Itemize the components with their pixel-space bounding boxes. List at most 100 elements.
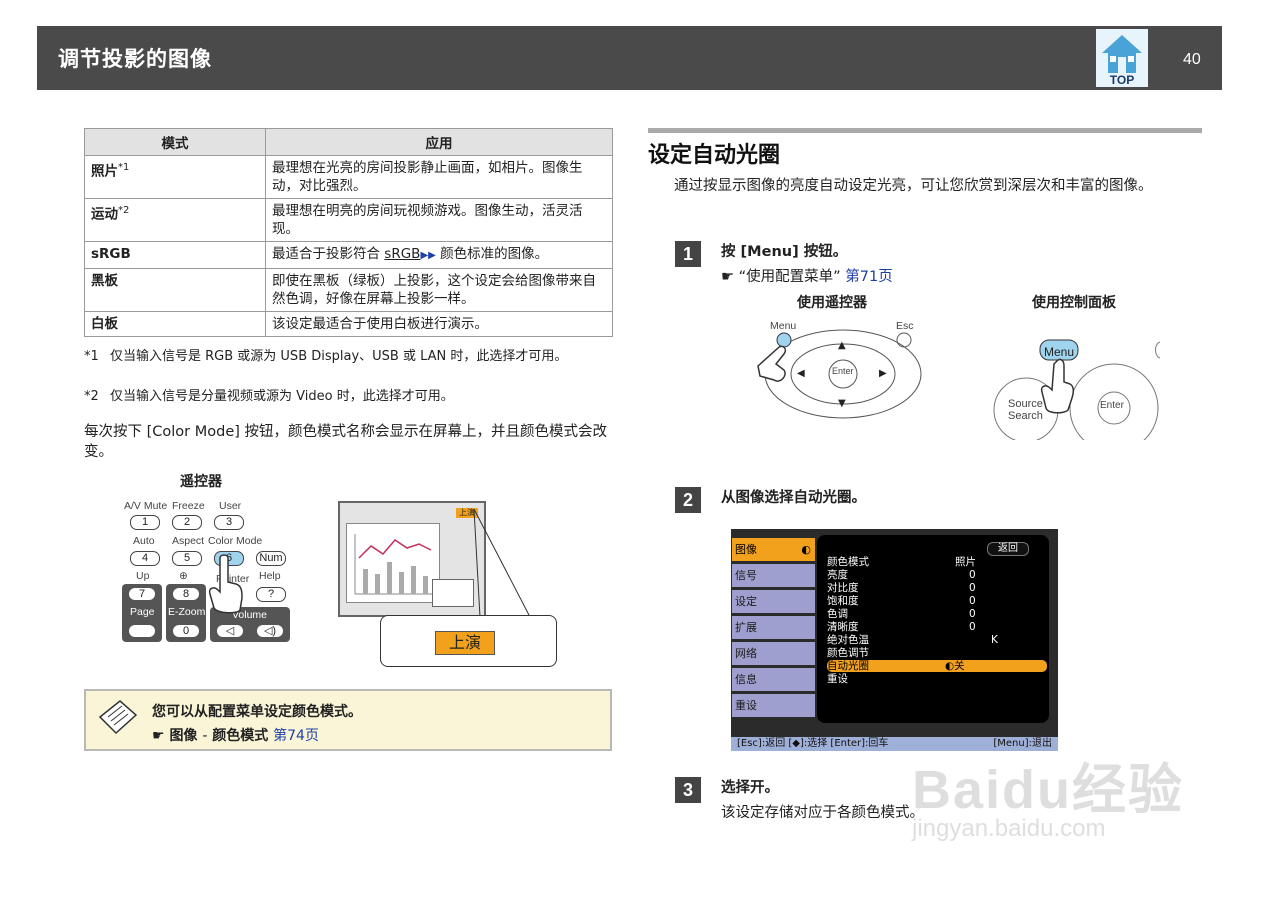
menu-row-saturation[interactable]: 饱和度 0 bbox=[827, 595, 1047, 607]
section-title: 设定自动光圈 bbox=[648, 143, 781, 168]
step-1-page-link[interactable]: 第71页 bbox=[845, 269, 892, 285]
remote-esc-label: Esc bbox=[896, 320, 914, 332]
volume-down-button[interactable]: ◁ bbox=[217, 625, 243, 637]
remote-button-5[interactable]: 5 bbox=[172, 551, 202, 566]
remote-menu-label: Menu bbox=[770, 320, 797, 332]
step-1-text: 按 [Menu] 按钮。 bbox=[721, 244, 848, 260]
remote-label-ezoom: E-Zoom bbox=[168, 606, 206, 618]
tip-ref-item: 图像 bbox=[169, 728, 198, 744]
remote-button-7[interactable]: 7 bbox=[129, 588, 155, 600]
screen-table-image bbox=[432, 579, 474, 607]
remote-label-help: Help bbox=[259, 570, 281, 582]
tip-ref-subitem: 颜色模式 bbox=[212, 728, 269, 744]
remote-button-num[interactable]: Num bbox=[256, 551, 286, 566]
remote-button-0[interactable]: 0 bbox=[173, 625, 199, 637]
mode-desc-post: 颜色标准的图像。 bbox=[435, 246, 549, 262]
top-link-icon[interactable]: TOP bbox=[1096, 29, 1148, 87]
mode-name: 白板 bbox=[91, 316, 118, 332]
menu-tab-signal[interactable]: 信号 bbox=[732, 564, 815, 587]
table-row: 照片*1 最理想在光亮的房间投影静止画面，如相片。图像生动，对比强烈。 bbox=[84, 155, 613, 199]
panel-menu-button[interactable]: Menu bbox=[1044, 345, 1074, 359]
step-2-number: 2 bbox=[675, 487, 701, 513]
tip-box: 您可以从配置菜单设定颜色模式。 ☛ 图像 - 颜色模式 第74页 bbox=[84, 689, 612, 751]
menu-back-button[interactable]: 返回 bbox=[987, 542, 1029, 556]
callout-bubble: 上演 bbox=[380, 615, 557, 667]
menu-tab-network[interactable]: 网络 bbox=[732, 642, 815, 665]
menu-row-tint[interactable]: 色调 0 bbox=[827, 608, 1047, 620]
projected-screen-diagram: 上演 bbox=[338, 501, 486, 617]
remote-button-help[interactable]: ? bbox=[256, 587, 286, 602]
menu-tab-info[interactable]: 信息 bbox=[732, 668, 815, 691]
tip-page-link[interactable]: 第74页 bbox=[273, 728, 319, 744]
footnote-2: *2 仅当输入信号是分量视频或源为 Video 时，此选择才可用。 bbox=[84, 388, 614, 405]
config-menu-screenshot: 图像 ◐ 信号 设定 扩展 网络 信息 重设 返回 颜色模式 照片 亮度 0 对比度 0… bbox=[731, 529, 1058, 751]
menu-tab-extended[interactable]: 扩展 bbox=[732, 616, 815, 639]
arrow-right-icon: ▶ bbox=[879, 368, 887, 379]
menu-row-contrast[interactable]: 对比度 0 bbox=[827, 582, 1047, 594]
mode-desc: 该设定最适合于使用白板进行演示。 bbox=[265, 311, 613, 337]
tip-ref-separator: - bbox=[202, 728, 208, 744]
memo-icon bbox=[98, 700, 138, 735]
remote-label-auto: Auto bbox=[133, 535, 155, 547]
remote-button-4[interactable]: 4 bbox=[130, 551, 160, 566]
remote-label: 遥控器 bbox=[180, 474, 222, 490]
remote-diagram: A/V Mute Freeze User 1 2 3 Auto Aspect C… bbox=[118, 492, 298, 647]
pointing-hand-icon: ☛ bbox=[152, 728, 165, 744]
step-1-ref-title: “使用配置菜单” bbox=[738, 269, 841, 285]
footnote-text: 仅当输入信号是 RGB 或源为 USB Display、USB 或 LAN 时，… bbox=[110, 349, 568, 364]
control-panel-figure: Menu Source Search Enter bbox=[990, 320, 1165, 453]
color-mode-paragraph: 每次按下 [Color Mode] 按钮，颜色模式名称会显示在屏幕上，并且颜色模… bbox=[84, 424, 608, 460]
arrow-left-icon: ◀ bbox=[797, 368, 805, 379]
mode-name: 运动 bbox=[91, 206, 118, 223]
menu-row-auto-iris[interactable]: 自动光圈 ◐关 bbox=[827, 660, 1047, 672]
panel-search-label: Search bbox=[1008, 410, 1043, 422]
footnote-1: *1 仅当输入信号是 RGB 或源为 USB Display、USB 或 LAN… bbox=[84, 348, 614, 365]
menu-row-sharpness[interactable]: 清晰度 0 bbox=[827, 621, 1047, 633]
menu-row-brightness[interactable]: 亮度 0 bbox=[827, 569, 1047, 581]
remote-button-3[interactable]: 3 bbox=[214, 515, 244, 530]
footnote-text: 仅当输入信号是分量视频或源为 Video 时，此选择才可用。 bbox=[110, 389, 454, 404]
remote-label-zoom: ⊕ bbox=[179, 570, 188, 582]
menu-row-reset[interactable]: 重设 bbox=[827, 673, 1047, 685]
remote-label-colormode: Color Mode bbox=[208, 535, 263, 547]
menu-tab-reset[interactable]: 重设 bbox=[732, 694, 815, 717]
step-1-reference: ☛ “使用配置菜单” 第71页 bbox=[721, 265, 893, 286]
callout-mode-badge: 上演 bbox=[435, 631, 495, 655]
menu-row-color-temp[interactable]: 绝对色温 K bbox=[827, 634, 1047, 646]
step-3-text: 选择开。 bbox=[721, 780, 779, 796]
page-title: 调节投影的图像 bbox=[58, 47, 212, 71]
link-arrow-icon: ▶▶ bbox=[420, 250, 436, 261]
step-2-text: 从图像选择自动光圈。 bbox=[721, 490, 866, 506]
srgb-glossary-link[interactable]: sRGB bbox=[384, 246, 420, 262]
remote-button-1[interactable]: 1 bbox=[130, 515, 160, 530]
remote-figure-label: 使用遥控器 bbox=[797, 295, 867, 311]
pointing-hand-icon: ☛ bbox=[721, 269, 734, 285]
tip-reference: ☛ 图像 - 颜色模式 第74页 bbox=[152, 725, 319, 745]
step-3-subtext: 该设定存储对应于各颜色模式。 bbox=[721, 805, 924, 821]
table-row: 运动*2 最理想在明亮的房间玩视频游戏。图像生动，活灵活现。 bbox=[84, 198, 613, 242]
footnote-mark: *2 bbox=[118, 205, 130, 216]
volume-up-button[interactable]: ◁) bbox=[257, 625, 283, 637]
mode-desc: 即使在黑板（绿板）上投影，这个设定会给图像带来自然色调，好像在屏幕上投影一样。 bbox=[265, 268, 613, 312]
section-intro: 通过按显示图像的亮度自动设定光亮，可让您欣赏到深层次和丰富的图像。 bbox=[674, 178, 1153, 194]
panel-source-label: Source bbox=[1008, 398, 1043, 410]
remote-label-page: Page bbox=[130, 606, 155, 618]
color-mode-table: 模式 应用 照片*1 最理想在光亮的房间投影静止画面，如相片。图像生动，对比强烈… bbox=[84, 128, 613, 337]
mode-name: sRGB bbox=[91, 246, 131, 262]
remote-enter-label: Enter bbox=[832, 366, 854, 376]
footnote-mark: *1 bbox=[118, 162, 130, 173]
remote-label-up: Up bbox=[136, 570, 150, 582]
remote-button-8[interactable]: 8 bbox=[173, 588, 199, 600]
table-row: 白板 该设定最适合于使用白板进行演示。 bbox=[84, 311, 613, 337]
remote-button-page[interactable] bbox=[129, 625, 155, 637]
menu-row-color-mode[interactable]: 颜色模式 照片 bbox=[827, 556, 1047, 568]
remote-button-2[interactable]: 2 bbox=[172, 515, 202, 530]
remote-menu-figure: Menu Esc Enter ▲ ▼ ◀ ▶ bbox=[740, 318, 922, 430]
footnote-mark: *2 bbox=[84, 389, 99, 404]
mode-desc: 最理想在光亮的房间投影静止画面，如相片。图像生动，对比强烈。 bbox=[265, 155, 613, 199]
menu-row-color-adjust[interactable]: 颜色调节 bbox=[827, 647, 1047, 659]
menu-tab-image[interactable]: 图像 ◐ bbox=[732, 538, 815, 561]
mode-name: 黑板 bbox=[91, 273, 118, 289]
menu-tab-settings[interactable]: 设定 bbox=[732, 590, 815, 613]
screen-chart-image bbox=[346, 523, 440, 603]
